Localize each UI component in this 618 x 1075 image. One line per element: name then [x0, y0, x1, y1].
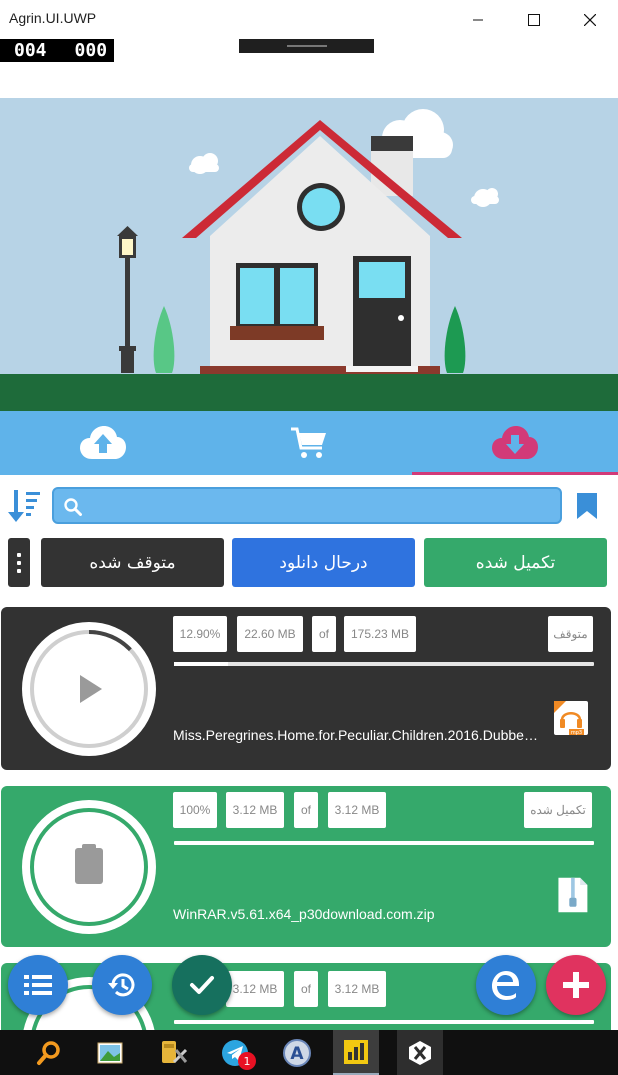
progress-bar [174, 662, 594, 666]
search-box[interactable] [52, 487, 562, 524]
taskbar-image-app[interactable] [85, 1030, 135, 1075]
frame-counter-left: 004 [14, 40, 47, 61]
maximize-icon [528, 13, 540, 26]
downloaded-chip: 3.12 MB [226, 971, 284, 1007]
total-size-chip: 175.23 MB [344, 616, 416, 652]
sort-icon [8, 490, 40, 522]
download-card[interactable]: 12.90% 22.60 MB of 175.23 MB متوقف mp3 M… [1, 607, 611, 770]
progress-ring[interactable] [20, 798, 158, 936]
image-app-icon [97, 1042, 123, 1063]
maximize-button[interactable] [506, 0, 562, 39]
bookmark-button[interactable] [576, 492, 598, 520]
title-bar: Agrin.UI.UWP [0, 0, 618, 39]
window-title: Agrin.UI.UWP [9, 10, 97, 26]
download-card[interactable]: 100% 3.12 MB of 3.12 MB تکمیل شده WinRAR… [1, 786, 611, 947]
progress-ring[interactable] [20, 620, 158, 758]
tab-upload[interactable] [0, 411, 206, 475]
of-label: of [312, 616, 336, 652]
sort-button[interactable] [8, 488, 42, 524]
frame-counter-right: 000 [74, 40, 108, 61]
cloud-download-icon [492, 426, 538, 459]
total-size-chip: 3.12 MB [328, 971, 386, 1007]
progress-fill [174, 662, 229, 666]
frame-counter: 004 000 [0, 39, 114, 62]
search-icon [37, 1040, 60, 1065]
clipboard-icon [75, 848, 103, 884]
select-all-button[interactable] [172, 955, 232, 1015]
browser-e-icon [492, 971, 519, 1000]
status-badge: تکمیل شده [524, 792, 592, 828]
tools-app-icon [162, 1040, 188, 1063]
file-name: WinRAR.v5.61.x64_p30download.com.zip [173, 906, 435, 922]
notification-badge: 1 [238, 1052, 256, 1070]
filter-downloading-button[interactable]: درحال دانلود [232, 538, 415, 587]
windows-taskbar: 1 A [0, 1030, 618, 1075]
more-options-button[interactable] [8, 538, 30, 587]
of-label: of [294, 971, 318, 1007]
downloaded-chip: 3.12 MB [226, 792, 284, 828]
x-app-icon [409, 1040, 431, 1065]
filter-completed-button[interactable]: تکمیل شده [424, 538, 607, 587]
total-size-chip: 3.12 MB [328, 792, 386, 828]
taskbar-telegram[interactable]: 1 [210, 1030, 260, 1075]
taskbar-chart-app[interactable] [333, 1030, 379, 1075]
history-button[interactable] [92, 955, 152, 1015]
drag-handle[interactable] [239, 39, 374, 53]
bookmark-icon [577, 493, 597, 519]
taskbar-x-app[interactable] [397, 1030, 443, 1075]
file-name: Miss.Peregrines.Home.for.Peculiar.Childr… [173, 727, 545, 743]
progress-bar [174, 1020, 594, 1024]
cart-icon [291, 427, 326, 458]
downloaded-chip: 22.60 MB [237, 616, 303, 652]
list-button[interactable] [8, 955, 68, 1015]
taskbar-search-button[interactable] [24, 1030, 74, 1075]
svg-text:A: A [290, 1044, 304, 1064]
history-icon [108, 973, 135, 997]
progress-bar [174, 841, 594, 845]
add-download-button[interactable] [546, 955, 606, 1015]
minimize-button[interactable] [450, 0, 506, 39]
minimize-icon [473, 19, 483, 20]
filter-paused-button[interactable]: متوقف شده [41, 538, 224, 587]
tab-shop[interactable] [206, 411, 412, 475]
mp3-file-icon: mp3 [554, 701, 588, 736]
svg-text:mp3: mp3 [571, 730, 582, 736]
a-app-icon: A [283, 1038, 311, 1067]
percent-chip: 100% [173, 792, 217, 828]
check-icon [190, 976, 214, 994]
taskbar-a-app[interactable]: A [272, 1030, 322, 1075]
search-input[interactable] [94, 489, 554, 522]
search-icon [64, 498, 82, 516]
zip-file-icon [558, 877, 588, 913]
status-badge: متوقف [548, 616, 593, 652]
nav-tabs [0, 411, 618, 475]
list-icon [24, 975, 52, 995]
plus-icon [563, 972, 589, 998]
browser-button[interactable] [476, 955, 536, 1015]
chart-app-icon [344, 1039, 368, 1064]
of-label: of [294, 792, 318, 828]
app-window: Agrin.UI.UWP 004 000 متوقف شده درحال دان… [0, 0, 618, 1075]
header-illustration [0, 98, 618, 411]
taskbar-tools-app[interactable] [148, 1030, 198, 1075]
close-button[interactable] [562, 0, 618, 39]
cloud-upload-icon [80, 426, 126, 459]
tab-downloads[interactable] [412, 411, 618, 475]
close-icon [584, 13, 596, 26]
percent-chip: 12.90% [173, 616, 227, 652]
